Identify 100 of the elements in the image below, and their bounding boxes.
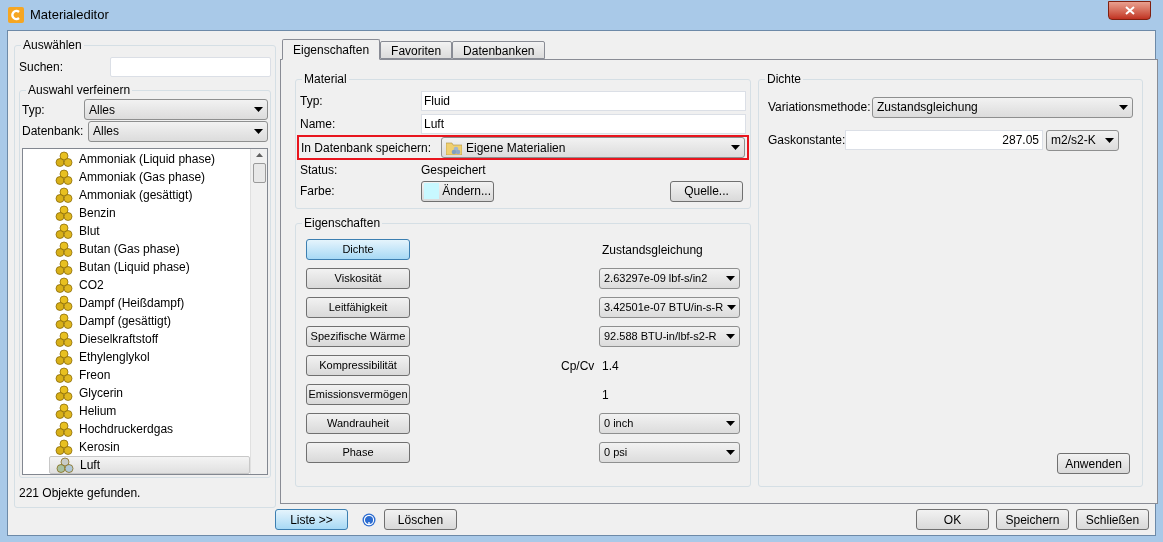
material-list-item[interactable]: Blut (49, 222, 250, 240)
dropdown-arrow-icon (726, 421, 735, 426)
property-button[interactable]: Spezifische Wärme (306, 326, 410, 347)
dropdown-arrow-icon (254, 107, 263, 113)
property-button[interactable]: Viskosität (306, 268, 410, 289)
molecule-icon (55, 367, 73, 383)
folder-icon (446, 140, 462, 155)
material-list-item[interactable]: CO2 (49, 276, 250, 294)
property-value: Zustandsgleichung (601, 241, 703, 259)
unit-dropdown[interactable]: 92.588 BTU-in/lbf-s2-R (599, 326, 740, 347)
material-list-item[interactable]: Benzin (49, 204, 250, 222)
field-label: Farbe: (300, 183, 336, 200)
app-logo-icon (8, 7, 24, 23)
property-button[interactable]: Phase (306, 442, 410, 463)
molecule-icon (55, 385, 73, 401)
ratio-label: Cp/Cv (561, 357, 596, 375)
material-list-item[interactable]: Ammoniak (Liquid phase) (49, 150, 250, 168)
type-dropdown[interactable]: Alles (84, 99, 268, 121)
molecule-icon (55, 331, 73, 347)
tab[interactable]: Eigenschaften (282, 39, 381, 60)
material-list-item[interactable]: Ammoniak (gesättigt) (49, 186, 250, 204)
save-button[interactable]: Speichern (996, 509, 1069, 530)
molecule-icon (55, 403, 73, 419)
material-list-item[interactable]: Dampf (Heißdampf) (49, 294, 250, 312)
field-label: Typ: (300, 92, 324, 110)
property-button[interactable]: Wandrauheit (306, 413, 410, 434)
group-title: Auswählen (21, 38, 84, 52)
dropdown-arrow-icon (727, 305, 737, 310)
database-select[interactable]: Eigene Materialien (441, 137, 745, 158)
scroll-up-icon[interactable] (255, 153, 263, 157)
database-dropdown[interactable]: Alles (88, 120, 268, 142)
unit-dropdown[interactable]: 2.63297e-09 lbf-s/in2 (599, 268, 740, 289)
text-field[interactable]: Luft (421, 113, 746, 134)
molecule-icon (55, 421, 73, 437)
material-list-item[interactable]: Dampf (gesättigt) (49, 312, 250, 330)
tab[interactable]: Favoriten (380, 41, 453, 59)
scrollbar[interactable] (250, 149, 267, 474)
source-button[interactable]: Quelle... (670, 180, 743, 202)
material-list-item[interactable]: Dieselkraftstoff (49, 330, 250, 348)
status-value: Gespeichert (421, 162, 486, 179)
material-list-item[interactable]: Helium (49, 402, 250, 420)
material-list-item[interactable]: Hochdruckerdgas (49, 420, 250, 438)
field-label: Name: (300, 115, 337, 133)
list-button[interactable]: Liste >> (275, 509, 348, 530)
molecule-icon (55, 205, 73, 221)
molecule-icon (55, 169, 73, 185)
dropdown-arrow-icon (731, 145, 740, 150)
molecule-icon (55, 349, 73, 365)
molecule-icon (55, 313, 73, 329)
property-button[interactable]: Leitfähigkeit (306, 297, 410, 318)
database-label: Datenbank: (22, 123, 85, 141)
ok-button[interactable]: OK (916, 509, 989, 530)
group-title: Auswahl verfeinern (26, 83, 133, 97)
search-label: Suchen: (19, 59, 65, 76)
molecule-icon (55, 259, 73, 275)
material-list-item[interactable]: Luft (49, 456, 250, 474)
molecule-icon (55, 439, 73, 455)
group-title: Dichte (765, 72, 803, 86)
dropdown-arrow-icon (726, 276, 735, 281)
material-list-item[interactable]: Butan (Liquid phase) (49, 258, 250, 276)
molecule-icon (55, 295, 73, 311)
material-list-item[interactable]: Freon (49, 366, 250, 384)
unit-dropdown[interactable]: m2/s2-K (1046, 129, 1119, 151)
property-button[interactable]: Kompressibilität (306, 355, 410, 376)
molecule-icon (55, 277, 73, 293)
property-value: 1 (601, 386, 609, 404)
group-title: Material (302, 72, 349, 86)
molecule-icon (55, 241, 73, 257)
unit-dropdown[interactable]: 0 psi (599, 442, 740, 463)
apply-button[interactable]: Anwenden (1057, 453, 1130, 474)
window-title: Materialeditor (30, 6, 110, 25)
material-list-item[interactable]: Kerosin (49, 438, 250, 456)
group-title: Eigenschaften (302, 216, 383, 230)
field-label: Gaskonstante: (768, 132, 845, 149)
scroll-thumb[interactable] (252, 163, 266, 183)
field-label: In Datenbank speichern: (301, 139, 433, 157)
change-color-button[interactable]: Ändern... (421, 180, 494, 202)
unit-dropdown[interactable]: 3.42501e-07 BTU/in-s-R (599, 297, 740, 318)
material-list-item[interactable]: Ethylenglykol (49, 348, 250, 366)
molecule-icon (55, 151, 73, 167)
close-icon (1124, 5, 1135, 15)
gas-constant-field[interactable]: 287.05 (845, 130, 1043, 150)
material-list-item[interactable]: Ammoniak (Gas phase) (49, 168, 250, 186)
text-field[interactable]: Fluid (421, 90, 746, 111)
result-count: 221 Objekte gefunden. (19, 485, 142, 502)
delete-button[interactable]: Löschen (384, 509, 457, 530)
dropdown-arrow-icon (1105, 137, 1114, 143)
method-dropdown[interactable]: Zustandsgleichung (872, 96, 1133, 118)
unit-dropdown[interactable]: 0 inch (599, 413, 740, 434)
search-field[interactable] (110, 57, 271, 77)
type-label: Typ: (22, 101, 46, 119)
dropdown-arrow-icon (726, 450, 735, 455)
property-button[interactable]: Dichte (306, 239, 410, 260)
tab[interactable]: Datenbanken (452, 41, 546, 59)
close-dialog-button[interactable]: Schließen (1076, 509, 1149, 530)
material-list-item[interactable]: Butan (Gas phase) (49, 240, 250, 258)
property-value: 1.4 (601, 357, 619, 375)
material-list-item[interactable]: Glycerin (49, 384, 250, 402)
property-button[interactable]: Emissionsvermögen (306, 384, 410, 405)
close-button[interactable] (1108, 0, 1151, 20)
